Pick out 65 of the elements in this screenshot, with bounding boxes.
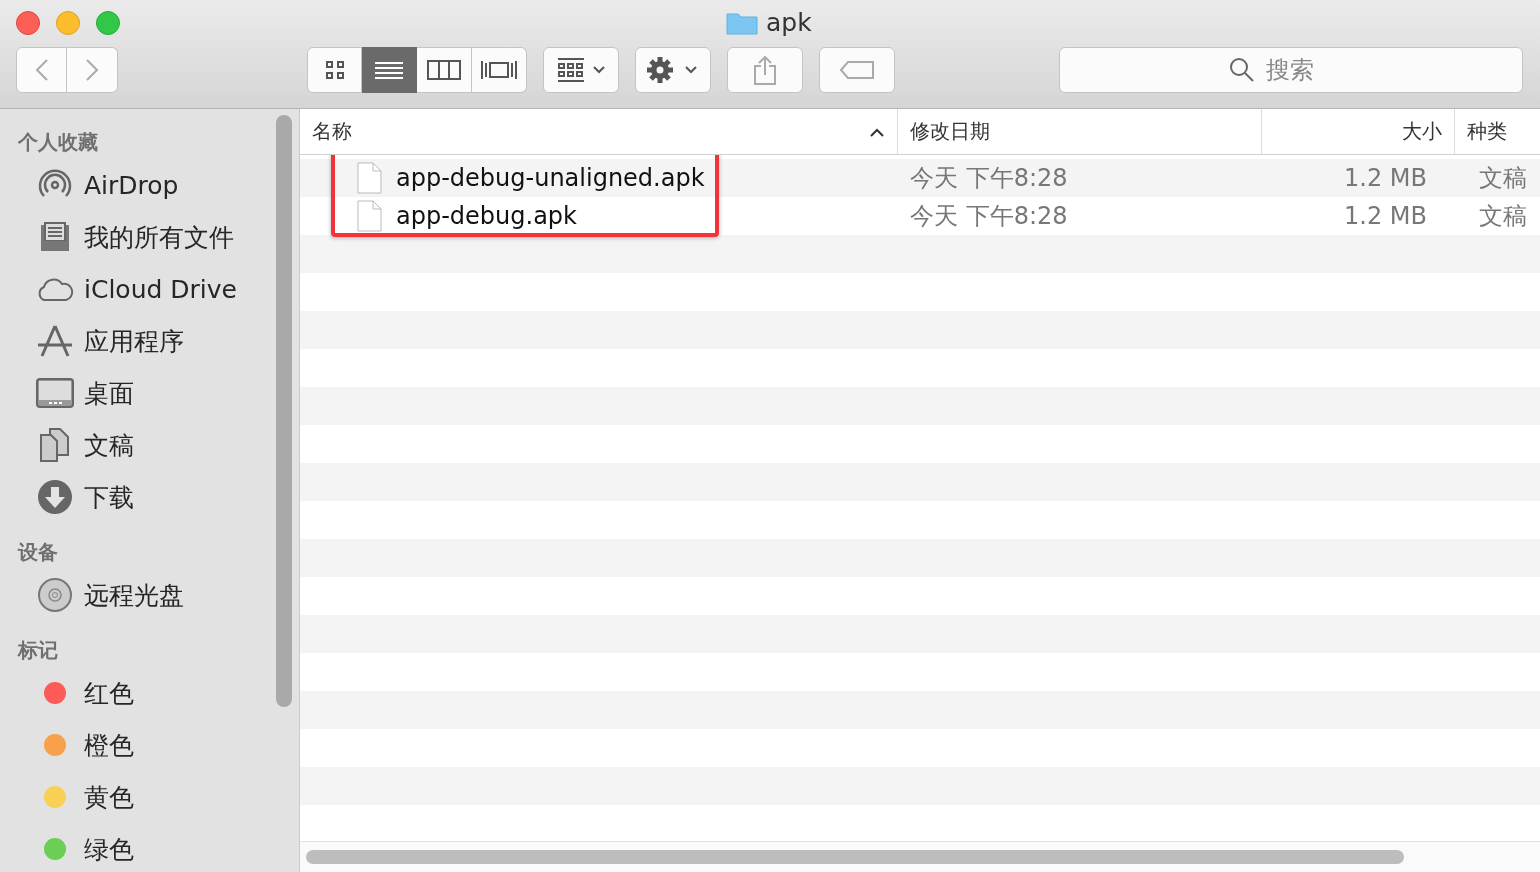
size-cell-text: 1.2 MB [1343,202,1428,230]
close-button[interactable] [16,11,40,35]
back-icon [34,58,49,82]
scrollbar-thumb[interactable] [306,850,1404,864]
cloud-icon [36,276,74,302]
columns-icon [427,59,461,81]
folder-icon [726,10,758,35]
file-name: app-debug.apk [396,202,577,230]
kind-cell-text: 文稿 [1478,201,1528,232]
sidebar-item[interactable]: 橙色 [0,719,299,771]
app-store-icon [36,324,74,358]
section-heading: 设备 [16,538,59,566]
sidebar-item[interactable]: iCloud Drive [0,263,299,315]
documents-icon [38,427,72,463]
view-mode-button[interactable] [307,47,362,93]
date-cell-text: 今天 下午8:28 [909,163,1069,194]
view-mode-button[interactable] [472,47,527,93]
column-heading[interactable]: 修改日期 [898,109,1262,154]
file-row[interactable]: app-debug-unaligned.apk 今天 下午8:28 1.2 MB 文稿 [300,159,1540,197]
tag-icon [839,60,875,80]
sidebar-item[interactable]: 文稿 [0,419,299,471]
file-icon [356,200,382,232]
scrollbar-thumb[interactable] [276,115,292,707]
gallery-icon [480,59,518,81]
column-heading[interactable]: 大小 [1262,109,1455,154]
size-cell-text: 1.2 MB [1343,164,1428,192]
sidebar-item[interactable]: 我的所有文件 [0,211,299,263]
sidebar-item[interactable]: 红色 [0,667,299,719]
grid-icon [323,59,346,81]
window-title: apk [766,8,812,37]
search-icon [1229,57,1255,83]
column-heading[interactable]: 种类 [1455,109,1540,154]
section-heading: 标记 [16,636,59,664]
search-field[interactable]: 搜索 [1059,47,1523,93]
sidebar-item[interactable]: 绿色 [0,823,299,872]
date-cell-text: 今天 下午8:28 [909,201,1069,232]
group-icon [556,57,606,83]
sidebar-item[interactable]: 下载 [0,471,299,523]
file-icon [356,162,382,194]
gear-icon [646,56,700,84]
tag-button[interactable] [819,47,895,93]
share-icon [753,55,777,85]
action-button[interactable] [635,47,711,93]
share-button[interactable] [727,47,803,93]
view-mode-button[interactable] [417,47,472,93]
section-heading: 个人收藏 [17,128,99,156]
desktop-icon [36,378,74,408]
back-button[interactable] [16,47,67,93]
sidebar-item[interactable]: 黄色 [0,771,299,823]
minimize-button[interactable] [56,11,80,35]
disc-icon [37,577,73,613]
forward-button[interactable] [67,47,118,93]
zoom-button[interactable] [96,11,120,35]
group-button[interactable] [543,47,619,93]
list-icon [374,59,404,81]
sidebar-item[interactable]: 远程光盘 [0,569,299,621]
download-icon [37,479,73,515]
file-name: app-debug-unaligned.apk [396,164,705,192]
forward-icon [85,58,99,82]
view-mode-button[interactable] [362,47,417,93]
sidebar-item[interactable]: 应用程序 [0,315,299,367]
column-heading[interactable]: 名称 [300,109,898,154]
sidebar-item[interactable]: AirDrop [0,159,299,211]
sidebar-item[interactable]: 桌面 [0,367,299,419]
kind-cell-text: 文稿 [1478,163,1528,194]
